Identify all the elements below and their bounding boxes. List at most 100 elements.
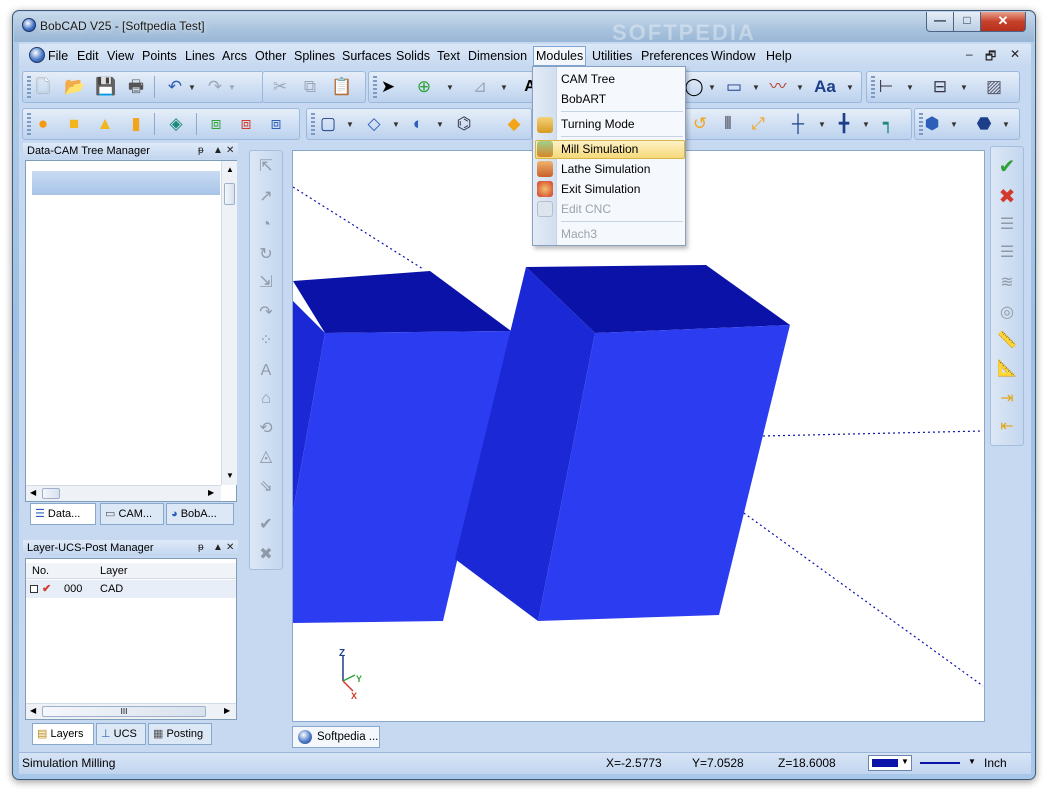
list-icon[interactable]: ☰ [996, 214, 1018, 236]
menu-view[interactable]: View [105, 48, 136, 66]
bobcad-logo-icon[interactable] [29, 47, 45, 63]
cone-icon[interactable]: ▲ [95, 114, 115, 134]
layer-select-box[interactable] [30, 585, 38, 593]
menu-file[interactable]: File [46, 48, 70, 66]
scroll-left-icon[interactable]: ◀ [30, 706, 36, 715]
trim-dropdown-icon[interactable]: ▼ [818, 120, 826, 129]
view-shade-dropdown-icon[interactable]: ▼ [1002, 120, 1010, 129]
align-right-icon[interactable]: ⇤ [996, 416, 1018, 438]
collapse-icon[interactable]: ▲ [213, 145, 223, 156]
collapse-icon[interactable]: ▲ [213, 542, 223, 553]
break-dropdown-icon[interactable]: ▼ [862, 120, 870, 129]
layer-visible-check-icon[interactable]: ✔ [42, 580, 51, 598]
color-dropdown-icon[interactable]: ▼ [901, 757, 909, 766]
menu-splines[interactable]: Splines [292, 48, 337, 66]
horizontal-scrollbar[interactable]: ◀ ▶ [26, 485, 221, 501]
dimension-stack-dropdown-icon[interactable]: ▼ [960, 83, 968, 92]
spline-tool-icon[interactable]: 〰 [768, 77, 788, 97]
menu-item-cam-tree[interactable]: CAM Tree [561, 70, 615, 88]
surface-mesh-icon[interactable]: ⌬ [454, 114, 474, 134]
surface-plane-dropdown-icon[interactable]: ▼ [346, 120, 354, 129]
rectangle-dropdown-icon[interactable]: ▼ [752, 83, 760, 92]
text-icon[interactable]: A [255, 360, 277, 382]
toolbar-grip[interactable] [27, 76, 31, 98]
column-no[interactable]: No. [32, 563, 49, 579]
tab-layers[interactable]: ▤ Layers [32, 723, 94, 745]
scale-icon[interactable]: ⇲ [255, 272, 277, 294]
scroll-down-icon[interactable]: ▼ [226, 471, 234, 480]
menu-preferences[interactable]: Preferences [639, 48, 710, 66]
break-icon[interactable]: ╋ [834, 114, 854, 134]
panel-close-icon[interactable]: ✕ [226, 145, 234, 156]
mdi-close-button[interactable]: ✕ [1010, 47, 1020, 61]
copy-icon[interactable]: ⧉ [300, 77, 320, 97]
selection-filter-dropdown-icon[interactable]: ▼ [500, 83, 508, 92]
data-cam-panel-header[interactable]: Data-CAM Tree Manager [23, 143, 238, 159]
measure-icon[interactable]: 📐 [996, 358, 1018, 380]
surface-fill-icon[interactable]: ◆ [504, 114, 524, 134]
paste-icon[interactable]: 📋 [331, 77, 352, 97]
layers-stack-icon[interactable]: ≋ [996, 272, 1018, 294]
tab-bobart[interactable]: ◕ BobA... [166, 503, 234, 525]
surface-extrude-icon[interactable]: ◇ [364, 114, 384, 134]
surface-plane-icon[interactable]: ▢ [318, 114, 338, 134]
panel-close-icon[interactable]: ✕ [226, 542, 234, 553]
check-icon[interactable]: ✔ [996, 156, 1018, 178]
new-file-icon[interactable]: 🗋 [33, 77, 53, 97]
menu-points[interactable]: Points [140, 48, 179, 66]
menu-item-mill-simulation[interactable]: Mill Simulation [561, 140, 638, 158]
surface-revolve-icon[interactable]: ◐ [408, 114, 428, 134]
fillet-icon[interactable]: ┑ [878, 114, 898, 134]
toolbar-grip[interactable] [27, 113, 31, 135]
surface-extrude-dropdown-icon[interactable]: ▼ [392, 120, 400, 129]
horizontal-scrollbar[interactable]: ◀ III ▶ [26, 703, 236, 719]
save-icon[interactable]: 💾 [95, 77, 116, 97]
redo-dropdown-icon[interactable]: ▼ [228, 83, 236, 92]
box-solid-icon[interactable]: ■ [64, 114, 84, 134]
tab-data[interactable]: ☰ Data... [30, 503, 96, 525]
view-iso-dropdown-icon[interactable]: ▼ [950, 120, 958, 129]
hatch-icon[interactable]: ▨ [984, 77, 1004, 97]
column-layer[interactable]: Layer [100, 563, 128, 579]
scroll-thumb[interactable] [42, 488, 60, 499]
menu-surfaces[interactable]: Surfaces [340, 48, 393, 66]
select-arrow-icon[interactable]: ➤ [378, 77, 398, 97]
undo-icon[interactable]: ↶ [165, 77, 185, 97]
undo-dropdown-icon[interactable]: ▼ [188, 83, 196, 92]
menu-window[interactable]: Window [709, 48, 757, 66]
view-iso-icon[interactable]: ⬢ [922, 114, 942, 134]
maximize-button[interactable]: □ [953, 12, 981, 32]
move-icon[interactable]: ⇱ [255, 156, 277, 178]
minimize-button[interactable]: — [926, 12, 954, 32]
dimension-dropdown-icon[interactable]: ▼ [906, 83, 914, 92]
add-entity-dropdown-icon[interactable]: ▼ [446, 83, 454, 92]
rectangle-tool-icon[interactable]: ▭ [724, 77, 744, 97]
menu-arcs[interactable]: Arcs [220, 48, 249, 66]
pin-icon[interactable]: ᵽ [198, 542, 204, 553]
line-style-dropdown-icon[interactable]: ▼ [968, 757, 976, 766]
add-entity-icon[interactable]: ⊕ [414, 77, 434, 97]
menu-solids[interactable]: Solids [394, 48, 432, 66]
redo-icon[interactable]: ↷ [205, 77, 225, 97]
data-cam-tree[interactable]: ▲ ▼ ◀ ▶ [25, 160, 237, 502]
menu-dimension[interactable]: Dimension [466, 48, 529, 66]
circle-tool-icon[interactable]: ◯ [684, 77, 704, 97]
scale-icon[interactable]: ⤢ [748, 114, 768, 134]
print-icon[interactable]: 🖶 [126, 77, 146, 97]
scroll-thumb[interactable] [224, 183, 235, 205]
menu-item-bobart[interactable]: BobART [561, 90, 606, 108]
scroll-up-icon[interactable]: ▲ [226, 165, 234, 174]
menu-edit[interactable]: Edit [75, 48, 101, 66]
dimension-horizontal-icon[interactable]: ⊢ [876, 77, 896, 97]
menu-item-lathe-simulation[interactable]: Lathe Simulation [561, 160, 650, 178]
mdi-restore-button[interactable]: 🗗 [985, 47, 996, 68]
surface-revolve-dropdown-icon[interactable]: ▼ [436, 120, 444, 129]
cut-icon[interactable]: ✂ [270, 77, 290, 97]
pattern-icon[interactable]: ⁘ [255, 330, 277, 352]
sphere-icon[interactable]: ● [33, 114, 53, 134]
menu-item-exit-simulation[interactable]: Exit Simulation [561, 180, 640, 198]
tab-posting[interactable]: ▦ Posting [148, 723, 212, 745]
apply-icon[interactable]: ✔ [255, 514, 277, 536]
scroll-left-icon[interactable]: ◀ [30, 488, 36, 497]
menu-lines[interactable]: Lines [183, 48, 217, 66]
